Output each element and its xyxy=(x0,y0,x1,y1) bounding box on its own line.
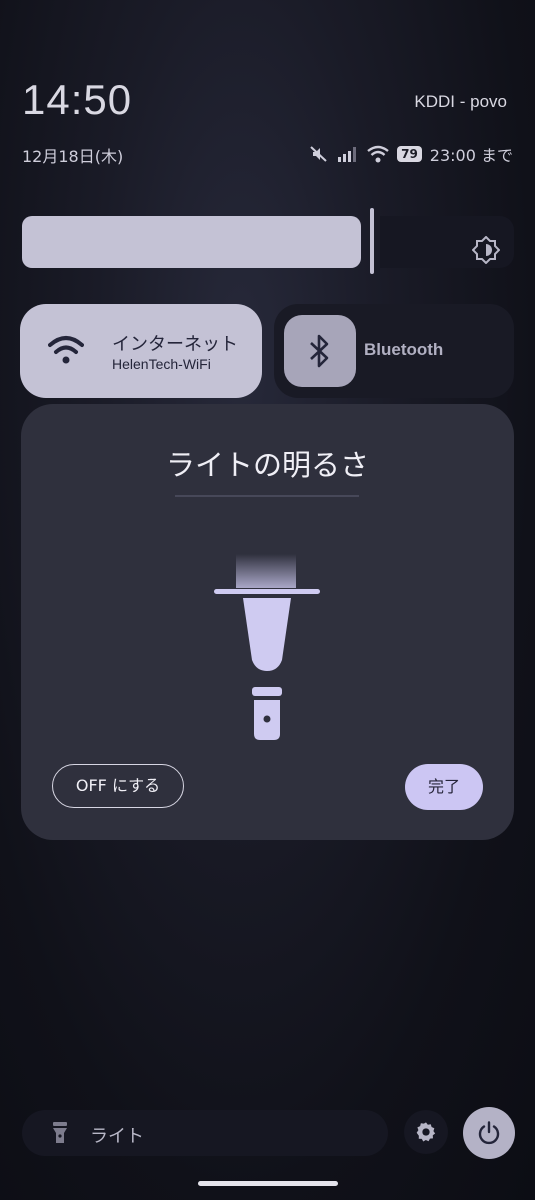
done-button[interactable]: 完了 xyxy=(405,764,483,810)
signal-icon xyxy=(338,147,357,162)
bluetooth-tile[interactable]: Bluetooth xyxy=(274,304,514,398)
alarm-text: 23:00 まで xyxy=(429,146,513,165)
brightness-slider[interactable] xyxy=(22,208,514,274)
mute-icon xyxy=(310,146,327,162)
flashlight-tile[interactable]: ライト xyxy=(22,1110,388,1156)
bluetooth-label: Bluetooth xyxy=(364,340,444,359)
brightness-fill xyxy=(22,216,361,268)
flashlight-icon xyxy=(53,1122,67,1143)
brightness-handle[interactable] xyxy=(370,208,374,274)
status-icons: 79 23:00 まで xyxy=(309,142,513,166)
wifi-icon xyxy=(367,145,389,163)
home-indicator[interactable] xyxy=(198,1181,338,1186)
wifi-icon xyxy=(48,336,84,364)
gear-icon xyxy=(416,1122,436,1142)
power-icon xyxy=(478,1121,500,1145)
bluetooth-toggle[interactable] xyxy=(284,315,356,387)
date: 12月18日(木) xyxy=(22,147,124,166)
settings-button[interactable] xyxy=(404,1110,448,1154)
flashlight-brightness-dialog: ライトの明るさ OFF にする 完了 xyxy=(21,404,514,840)
brightness-icon xyxy=(472,236,500,264)
power-button[interactable] xyxy=(463,1107,515,1159)
carrier-name: KDDI - povo xyxy=(414,92,507,111)
bluetooth-icon xyxy=(310,334,329,368)
dialog-divider xyxy=(175,495,359,497)
dialog-title: ライトの明るさ xyxy=(165,448,369,482)
clock: 14:50 xyxy=(22,76,133,123)
internet-tile[interactable]: インターネット HelenTech-WiFi xyxy=(20,304,262,398)
brightness-track xyxy=(380,216,514,268)
flashlight-icon[interactable] xyxy=(206,554,326,744)
internet-subtitle: HelenTech-WiFi xyxy=(112,356,211,372)
flashlight-label: ライト xyxy=(90,1126,144,1147)
internet-title: インターネット xyxy=(112,334,238,355)
battery-icon: 79 xyxy=(397,146,422,162)
turn-off-button[interactable]: OFF にする xyxy=(52,764,184,808)
